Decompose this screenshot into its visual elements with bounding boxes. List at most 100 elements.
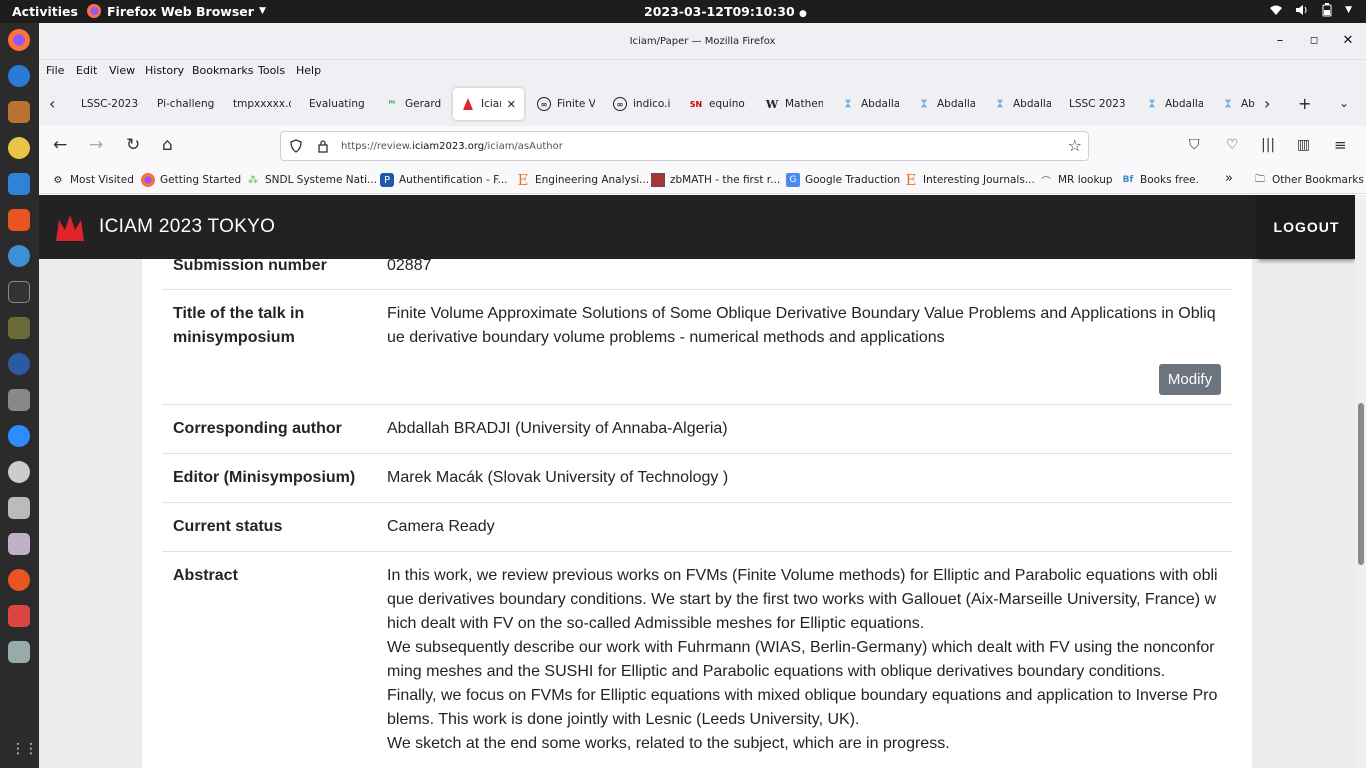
bookmark-item[interactable]: Bf Books free.: [1121, 173, 1199, 187]
app-menu[interactable]: Firefox Web Browser ▼: [86, 3, 266, 19]
menu-history[interactable]: History: [145, 64, 184, 77]
abstract-value: In this work, we review previous works o…: [387, 564, 1222, 756]
tab[interactable]: LSSC 2023 -: [1069, 88, 1127, 120]
tab-bar: ‹ LSSC-2023- Pi-challenge tmpxxxxx.d Eva…: [39, 82, 1366, 126]
calculator-launcher-icon-2[interactable]: [8, 389, 30, 411]
files-launcher-icon[interactable]: [8, 101, 30, 123]
tab[interactable]: ᛯ Abdalla: [1145, 88, 1203, 120]
bookmark-item[interactable]: ⌒ MR lookup: [1039, 173, 1113, 188]
tab[interactable]: Pi-challenge: [157, 88, 215, 120]
bookmark-item[interactable]: E Interesting Journals...: [904, 171, 1035, 189]
bookmark-item[interactable]: P Authentification - F...: [380, 173, 508, 187]
bookmark-item[interactable]: G Google Traduction: [786, 173, 900, 187]
library-icon[interactable]: |||: [1261, 137, 1275, 153]
menu-icon[interactable]: ≡: [1334, 136, 1347, 154]
calculator-launcher-icon[interactable]: [8, 317, 30, 339]
menu-file[interactable]: File: [46, 64, 64, 77]
tab[interactable]: ᛯ Abdalla: [917, 88, 975, 120]
close-tab-icon[interactable]: ✕: [507, 98, 516, 111]
tab[interactable]: LSSC-2023-: [81, 88, 139, 120]
writer-launcher-icon[interactable]: [8, 173, 30, 195]
software-launcher-icon[interactable]: [8, 209, 30, 231]
tab-label: equino: [709, 98, 745, 110]
other-bookmarks[interactable]: 🗀 Other Bookmarks: [1253, 173, 1364, 187]
scroll-tabs-left-icon[interactable]: ‹: [49, 94, 55, 113]
firefox-icon: [87, 4, 101, 18]
abstract-row: Abstract In this work, we review previou…: [162, 552, 1232, 768]
tab[interactable]: ᵐ Gerard: [385, 88, 443, 120]
scroll-tabs-right-icon[interactable]: ›: [1264, 94, 1270, 113]
zoom-launcher-icon[interactable]: [8, 425, 30, 447]
bookmark-item[interactable]: zbMATH - the first r...: [651, 173, 780, 187]
tab[interactable]: W Mathem: [765, 88, 823, 120]
tab[interactable]: ∞ Finite V: [537, 88, 595, 120]
help-launcher-icon[interactable]: [8, 245, 30, 267]
tab[interactable]: ᛯ Abdalla: [993, 88, 1051, 120]
scrollbar-thumb[interactable]: [1358, 403, 1364, 565]
tab[interactable]: SN equino: [689, 88, 747, 120]
tab[interactable]: ᛯ Ab: [1221, 88, 1255, 120]
title-value: Finite Volume Approximate Solutions of S…: [387, 305, 1216, 346]
status-row: Current status Camera Ready: [162, 503, 1232, 552]
tab[interactable]: Evaluating t: [309, 88, 367, 120]
abstract-label: Abstract: [173, 567, 238, 584]
iciam-logo-icon[interactable]: [55, 214, 85, 242]
menu-help[interactable]: Help: [296, 64, 321, 77]
home-icon[interactable]: ⌂: [162, 135, 173, 155]
bookmark-label: Books free.: [1140, 174, 1199, 186]
clock[interactable]: 2023-03-12T09:10:30 ●: [644, 4, 807, 19]
reload-icon[interactable]: ↻: [126, 135, 140, 155]
thunderbird-launcher-icon[interactable]: [8, 65, 30, 87]
activities-button[interactable]: Activities: [12, 4, 78, 19]
tab-label: indico.i: [633, 98, 671, 110]
document-launcher-icon[interactable]: [8, 533, 30, 555]
bf-icon: Bf: [1122, 175, 1134, 185]
status-label: Current status: [173, 518, 283, 535]
system-tray[interactable]: ▼: [1269, 3, 1352, 17]
menu-view[interactable]: View: [109, 64, 135, 77]
app-launcher-icon[interactable]: [8, 353, 30, 375]
list-all-tabs-icon[interactable]: ⌄: [1339, 96, 1349, 110]
tab[interactable]: ∞ indico.i: [613, 88, 671, 120]
bookmark-item[interactable]: E Engineering Analysi...: [516, 171, 650, 189]
pocket-icon[interactable]: ⛉: [1189, 137, 1200, 153]
dock: ⋮⋮⋮: [0, 23, 51, 768]
modify-button[interactable]: Modify: [1159, 364, 1221, 395]
forward-icon[interactable]: →: [89, 135, 103, 155]
tab[interactable]: tmpxxxxx.d: [233, 88, 291, 120]
url-bar[interactable]: https://review.iciam2023.org/iciam/asAut…: [280, 131, 1089, 161]
firefox-launcher-icon[interactable]: [8, 29, 30, 51]
logout-button[interactable]: LOGOUT: [1258, 195, 1355, 259]
mr-icon: ⌒: [1041, 176, 1051, 188]
zbmath-icon: [651, 173, 665, 187]
site-brand[interactable]: ICIAM 2023 TOKYO: [99, 216, 275, 238]
star-icon[interactable]: ☆: [1068, 136, 1082, 155]
tab-active[interactable]: Iciam ✕: [453, 88, 524, 120]
bookmark-item[interactable]: Getting Started: [141, 173, 241, 187]
back-icon[interactable]: ←: [53, 135, 67, 155]
bookmark-label: Other Bookmarks: [1272, 174, 1364, 186]
abstract-paragraph: We subsequently describe our work with F…: [387, 639, 1215, 680]
more-bookmarks-icon[interactable]: »: [1225, 171, 1233, 186]
menu-tools[interactable]: Tools: [258, 64, 285, 77]
screenshot-launcher-icon[interactable]: [8, 497, 30, 519]
terminal-launcher-icon[interactable]: [8, 281, 30, 303]
close-window-button[interactable]: ✕: [1340, 33, 1356, 48]
new-tab-icon[interactable]: +: [1298, 94, 1311, 113]
save-pocket-icon[interactable]: ♡: [1226, 137, 1239, 153]
menu-edit[interactable]: Edit: [76, 64, 97, 77]
sidebar-icon[interactable]: ▥: [1297, 137, 1310, 153]
editor-launcher-icon[interactable]: [8, 641, 30, 663]
page-scrollbar[interactable]: [1355, 195, 1366, 768]
tab[interactable]: ᛯ Abdalla: [841, 88, 899, 120]
pdf-launcher-icon[interactable]: [8, 605, 30, 627]
minimize-button[interactable]: –: [1272, 33, 1288, 48]
bookmark-item[interactable]: ⁂ SNDL Systeme Nati...: [246, 173, 377, 187]
bookmark-item[interactable]: ⚙ Most Visited: [51, 173, 134, 187]
maximize-button[interactable]: ◻: [1306, 35, 1322, 46]
rhythmbox-launcher-icon[interactable]: [8, 137, 30, 159]
menu-bookmarks[interactable]: Bookmarks: [192, 64, 253, 77]
update-launcher-icon[interactable]: [8, 569, 30, 591]
translate-icon: G: [786, 173, 800, 187]
webcam-launcher-icon[interactable]: [8, 461, 30, 483]
